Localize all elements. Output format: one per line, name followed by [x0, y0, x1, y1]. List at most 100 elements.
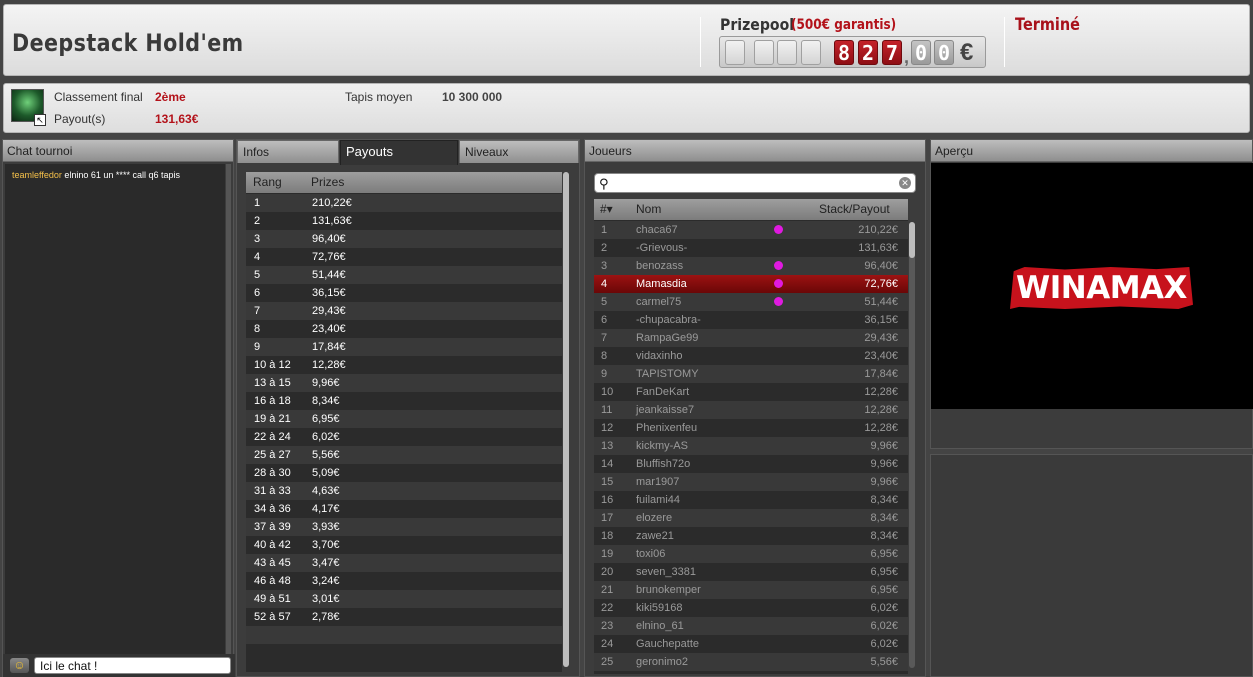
counter-separator: , [904, 47, 910, 67]
table-row[interactable]: 6 -chupacabra- 36,15€ [594, 311, 908, 329]
player-rank: 16 [601, 494, 614, 506]
player-payout: 12,28€ [864, 404, 898, 416]
online-status-icon [774, 225, 783, 234]
player-payout: 6,02€ [870, 638, 898, 650]
table-row[interactable]: 24 Gauchepatte 6,02€ [594, 635, 908, 653]
payout-prize: 5,56€ [312, 449, 340, 461]
table-row[interactable]: 9 TAPISTOMY 17,84€ [594, 365, 908, 383]
table-row[interactable]: 8 vidaxinho 23,40€ [594, 347, 908, 365]
payout-rank: 10 à 12 [254, 359, 291, 371]
player-name: chaca67 [636, 224, 678, 236]
payout-rank: 46 à 48 [254, 575, 291, 587]
tab-payouts[interactable]: Payouts [340, 140, 458, 165]
header-divider [1004, 17, 1005, 67]
payout-prize: 9,96€ [312, 377, 340, 389]
payout-rank: 28 à 30 [254, 467, 291, 479]
table-row[interactable]: 11 jeankaisse7 12,28€ [594, 401, 908, 419]
table-row: 9 17,84€ [246, 338, 562, 356]
col-name-header[interactable]: Nom [636, 199, 661, 220]
table-row: 34 à 36 4,17€ [246, 500, 562, 518]
player-name: elnino_61 [636, 620, 684, 632]
table-row: 10 à 12 12,28€ [246, 356, 562, 374]
player-payout: 29,43€ [864, 332, 898, 344]
player-name: fuilami44 [636, 494, 681, 506]
player-rank: 7 [601, 332, 608, 344]
table-row[interactable]: 16 fuilami44 8,34€ [594, 491, 908, 509]
table-row[interactable]: 25 geronimo2 5,56€ [594, 653, 908, 671]
payout-rank: 49 à 51 [254, 593, 291, 605]
clear-search-icon[interactable]: ✕ [899, 177, 911, 189]
table-row[interactable]: 13 kickmy-AS 9,96€ [594, 437, 908, 455]
table-row[interactable]: 12 Phenixenfeu 12,28€ [594, 419, 908, 437]
player-name: elozere [636, 512, 673, 524]
players-scroll-thumb[interactable] [909, 222, 915, 258]
table-row[interactable]: 21 brunokemper 6,95€ [594, 581, 908, 599]
payouts-scroll-thumb[interactable] [563, 172, 569, 667]
table-row[interactable]: 17 elozere 8,34€ [594, 509, 908, 527]
online-status-icon [774, 279, 783, 288]
tab-infos[interactable]: Infos [237, 140, 339, 163]
table-row: 22 à 24 6,02€ [246, 428, 562, 446]
tab-niveaux[interactable]: Niveaux [459, 140, 579, 163]
player-search-input[interactable] [615, 175, 895, 191]
payout-rank: 9 [254, 341, 261, 353]
chat-input[interactable] [34, 657, 231, 674]
players-scrollbar[interactable] [909, 222, 915, 668]
player-name: FanDeKart [636, 386, 690, 398]
player-payout: 131,63€ [858, 242, 898, 254]
payouts-scrollbar[interactable] [563, 172, 569, 667]
table-row[interactable]: 18 zawe21 8,34€ [594, 527, 908, 545]
table-row: 1 210,22€ [246, 194, 562, 212]
player-rank: 2 [601, 242, 608, 254]
table-row[interactable]: 3 benozass 96,40€ [594, 257, 908, 275]
table-row[interactable]: 2 -Grievous- 131,63€ [594, 239, 908, 257]
winamax-logo: WINAMAX [1010, 267, 1193, 309]
player-name: Gauchepatte [636, 638, 699, 650]
table-row[interactable]: 23 elnino_61 6,02€ [594, 617, 908, 635]
table-row: 6 36,15€ [246, 284, 562, 302]
payout-prize: 6,95€ [312, 413, 340, 425]
chat-messages[interactable]: teamleffedor elnino 61 un **** call q6 t… [5, 164, 225, 654]
lower-preview-panel [930, 454, 1253, 677]
table-row[interactable]: 7 RampaGe99 29,43€ [594, 329, 908, 347]
col-stack-header[interactable]: Stack/Payout [819, 199, 890, 220]
player-name: Phenixenfeu [636, 422, 698, 434]
player-name: kickmy-AS [636, 440, 688, 452]
player-search[interactable]: ⚲ ✕ [594, 173, 916, 193]
payout-prize: 12,28€ [312, 359, 346, 371]
table-row[interactable]: 5 carmel75 51,44€ [594, 293, 908, 311]
prizepool-guarantee: (500€ garantis) [791, 17, 897, 33]
table-row[interactable]: 1 chaca67 210,22€ [594, 221, 908, 239]
payout-rank: 4 [254, 251, 261, 263]
player-payout: 51,44€ [864, 296, 898, 308]
counter-digit: 7 [882, 40, 902, 65]
payout-rank: 34 à 36 [254, 503, 291, 515]
counter-digit [801, 40, 821, 65]
table-row[interactable]: 20 seven_3381 6,95€ [594, 563, 908, 581]
table-row[interactable]: 19 toxi06 6,95€ [594, 545, 908, 563]
payout-prize: 96,40€ [312, 233, 346, 245]
player-name: benozass [636, 260, 684, 272]
table-row[interactable]: 10 FanDeKart 12,28€ [594, 383, 908, 401]
table-row: 16 à 18 8,34€ [246, 392, 562, 410]
payout-prize: 29,43€ [312, 305, 346, 317]
player-rank: 3 [601, 260, 608, 272]
tournament-lobby-window: Deepstack Hold'em Prizepool (500€ garant… [0, 0, 1253, 677]
player-rank: 6 [601, 314, 608, 326]
player-payout: 8,34€ [870, 512, 898, 524]
table-row[interactable]: 14 Bluffish72o 9,96€ [594, 455, 908, 473]
col-prize-header: Prizes [311, 175, 345, 189]
player-name: TAPISTOMY [636, 368, 699, 380]
col-num-header[interactable]: #▾ [600, 199, 613, 220]
table-row[interactable]: 15 mar1907 9,96€ [594, 473, 908, 491]
payouts-table: Rang Prizes 1 210,22€ 2 131,63€ 3 96,40€ 4 72,7… [246, 172, 562, 672]
player-rank: 5 [601, 296, 608, 308]
payout-rank: 22 à 24 [254, 431, 291, 443]
payout-rank: 13 à 15 [254, 377, 291, 389]
smiley-icon[interactable]: ☺ [10, 658, 29, 673]
payout-rank: 43 à 45 [254, 557, 291, 569]
table-row[interactable]: 4 Mamasdia 72,76€ [594, 275, 908, 293]
chat-scrollbar[interactable] [226, 164, 231, 654]
player-name: Mamasdia [636, 278, 687, 290]
table-row[interactable]: 22 kiki59168 6,02€ [594, 599, 908, 617]
